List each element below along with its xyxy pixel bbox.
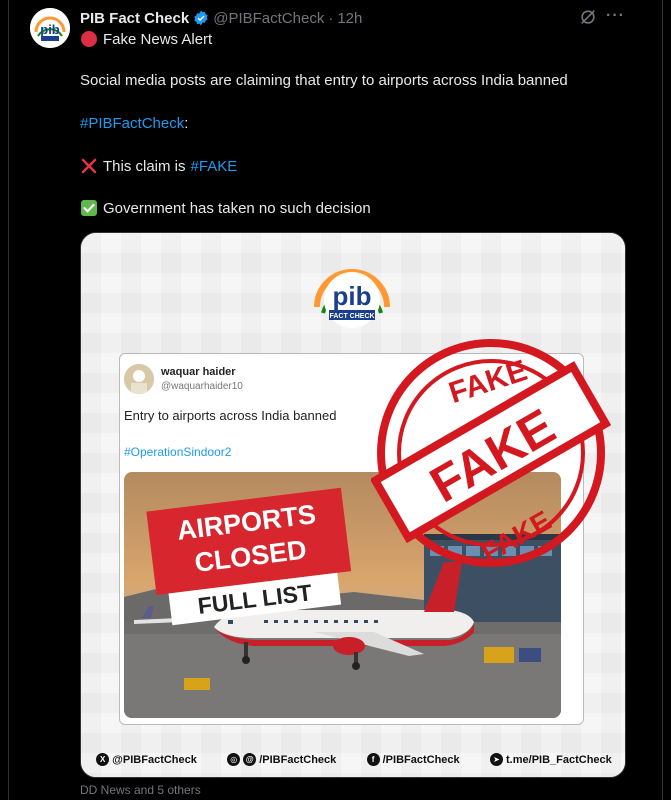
tweet-media-image[interactable]: pib FACT CHECK waquar haider @waquarhaid… (80, 232, 626, 778)
header-separator: · (328, 9, 334, 27)
facebook-icon: f (366, 753, 380, 766)
embedded-post-name: waquar haider (161, 366, 236, 378)
cross-mark-icon (81, 158, 97, 174)
embedded-post-text: Entry to airports across India banned (124, 408, 337, 423)
alert-text: Fake News Alert (103, 30, 213, 48)
more-options-icon[interactable]: ··· (606, 7, 628, 25)
x-logo-icon: X (96, 753, 110, 766)
svg-text:pib: pib (40, 22, 60, 37)
claim-text: Social media posts are claiming that ent… (80, 72, 568, 89)
embedded-post-avatar (124, 364, 154, 394)
fake-hashtag-link[interactable]: #FAKE (191, 158, 238, 175)
telegram-icon: ➤ (490, 753, 504, 766)
media-tags-caption[interactable]: DD News and 5 others (80, 783, 201, 797)
instagram-icon: ◎ (227, 753, 241, 766)
tweet-header: PIB Fact Check @PIBFactCheck · 12h (80, 8, 362, 28)
red-circle-icon (81, 31, 97, 47)
decision-line: Government has taken no such decision (80, 199, 371, 217)
logo-sub-text: FACT CHECK (329, 313, 374, 320)
fake-stamp: FAKE FAKE FAKE (371, 339, 611, 569)
embedded-post-hashtag: #OperationSindoor2 (124, 445, 232, 459)
footer-facebook-label: /PIBFactCheck (382, 753, 460, 766)
alert-line: Fake News Alert (80, 30, 212, 48)
logo-main-text: pib (333, 281, 372, 311)
author-handle[interactable]: @PIBFactCheck (213, 10, 324, 27)
post-time[interactable]: 12h (337, 10, 362, 27)
footer-instagram-label: /PIBFactCheck (259, 753, 337, 766)
verdict-line: This claim is #FAKE (80, 157, 237, 175)
verdict-prefix: This claim is (103, 157, 186, 175)
grok-icon[interactable] (579, 8, 597, 26)
footer-telegram-label: t.me/PIB_FactCheck (506, 753, 612, 766)
footer-telegram: ➤ t.me/PIB_FactCheck (490, 753, 612, 766)
author-avatar[interactable]: pib (30, 8, 70, 48)
footer-x-label: @PIBFactCheck (112, 753, 197, 766)
embedded-post-handle: @waquarhaider10 (161, 381, 243, 392)
claim-line: Social media posts are claiming that ent… (80, 72, 568, 89)
decision-text: Government has taken no such decision (103, 199, 371, 217)
pib-avatar-logo: pib (30, 8, 70, 48)
footer-facebook: f /PIBFactCheck (366, 753, 460, 766)
author-name[interactable]: PIB Fact Check (80, 10, 189, 27)
footer-x: X @PIBFactCheck (96, 753, 197, 766)
hashtag-line: #PIBFactCheck : (80, 115, 188, 132)
footer-instagram-threads: ◎ @ /PIBFactCheck (227, 753, 336, 766)
image-footer: X @PIBFactCheck ◎ @ /PIBFactCheck f /PIB… (81, 753, 625, 766)
pib-fact-check-logo: pib FACT CHECK (314, 269, 390, 328)
hashtag-suffix: : (184, 115, 189, 132)
pibfactcheck-hashtag-link[interactable]: #PIBFactCheck (80, 115, 184, 132)
verified-badge-icon (194, 10, 208, 26)
threads-icon: @ (243, 753, 257, 766)
check-mark-button-icon (81, 200, 97, 216)
